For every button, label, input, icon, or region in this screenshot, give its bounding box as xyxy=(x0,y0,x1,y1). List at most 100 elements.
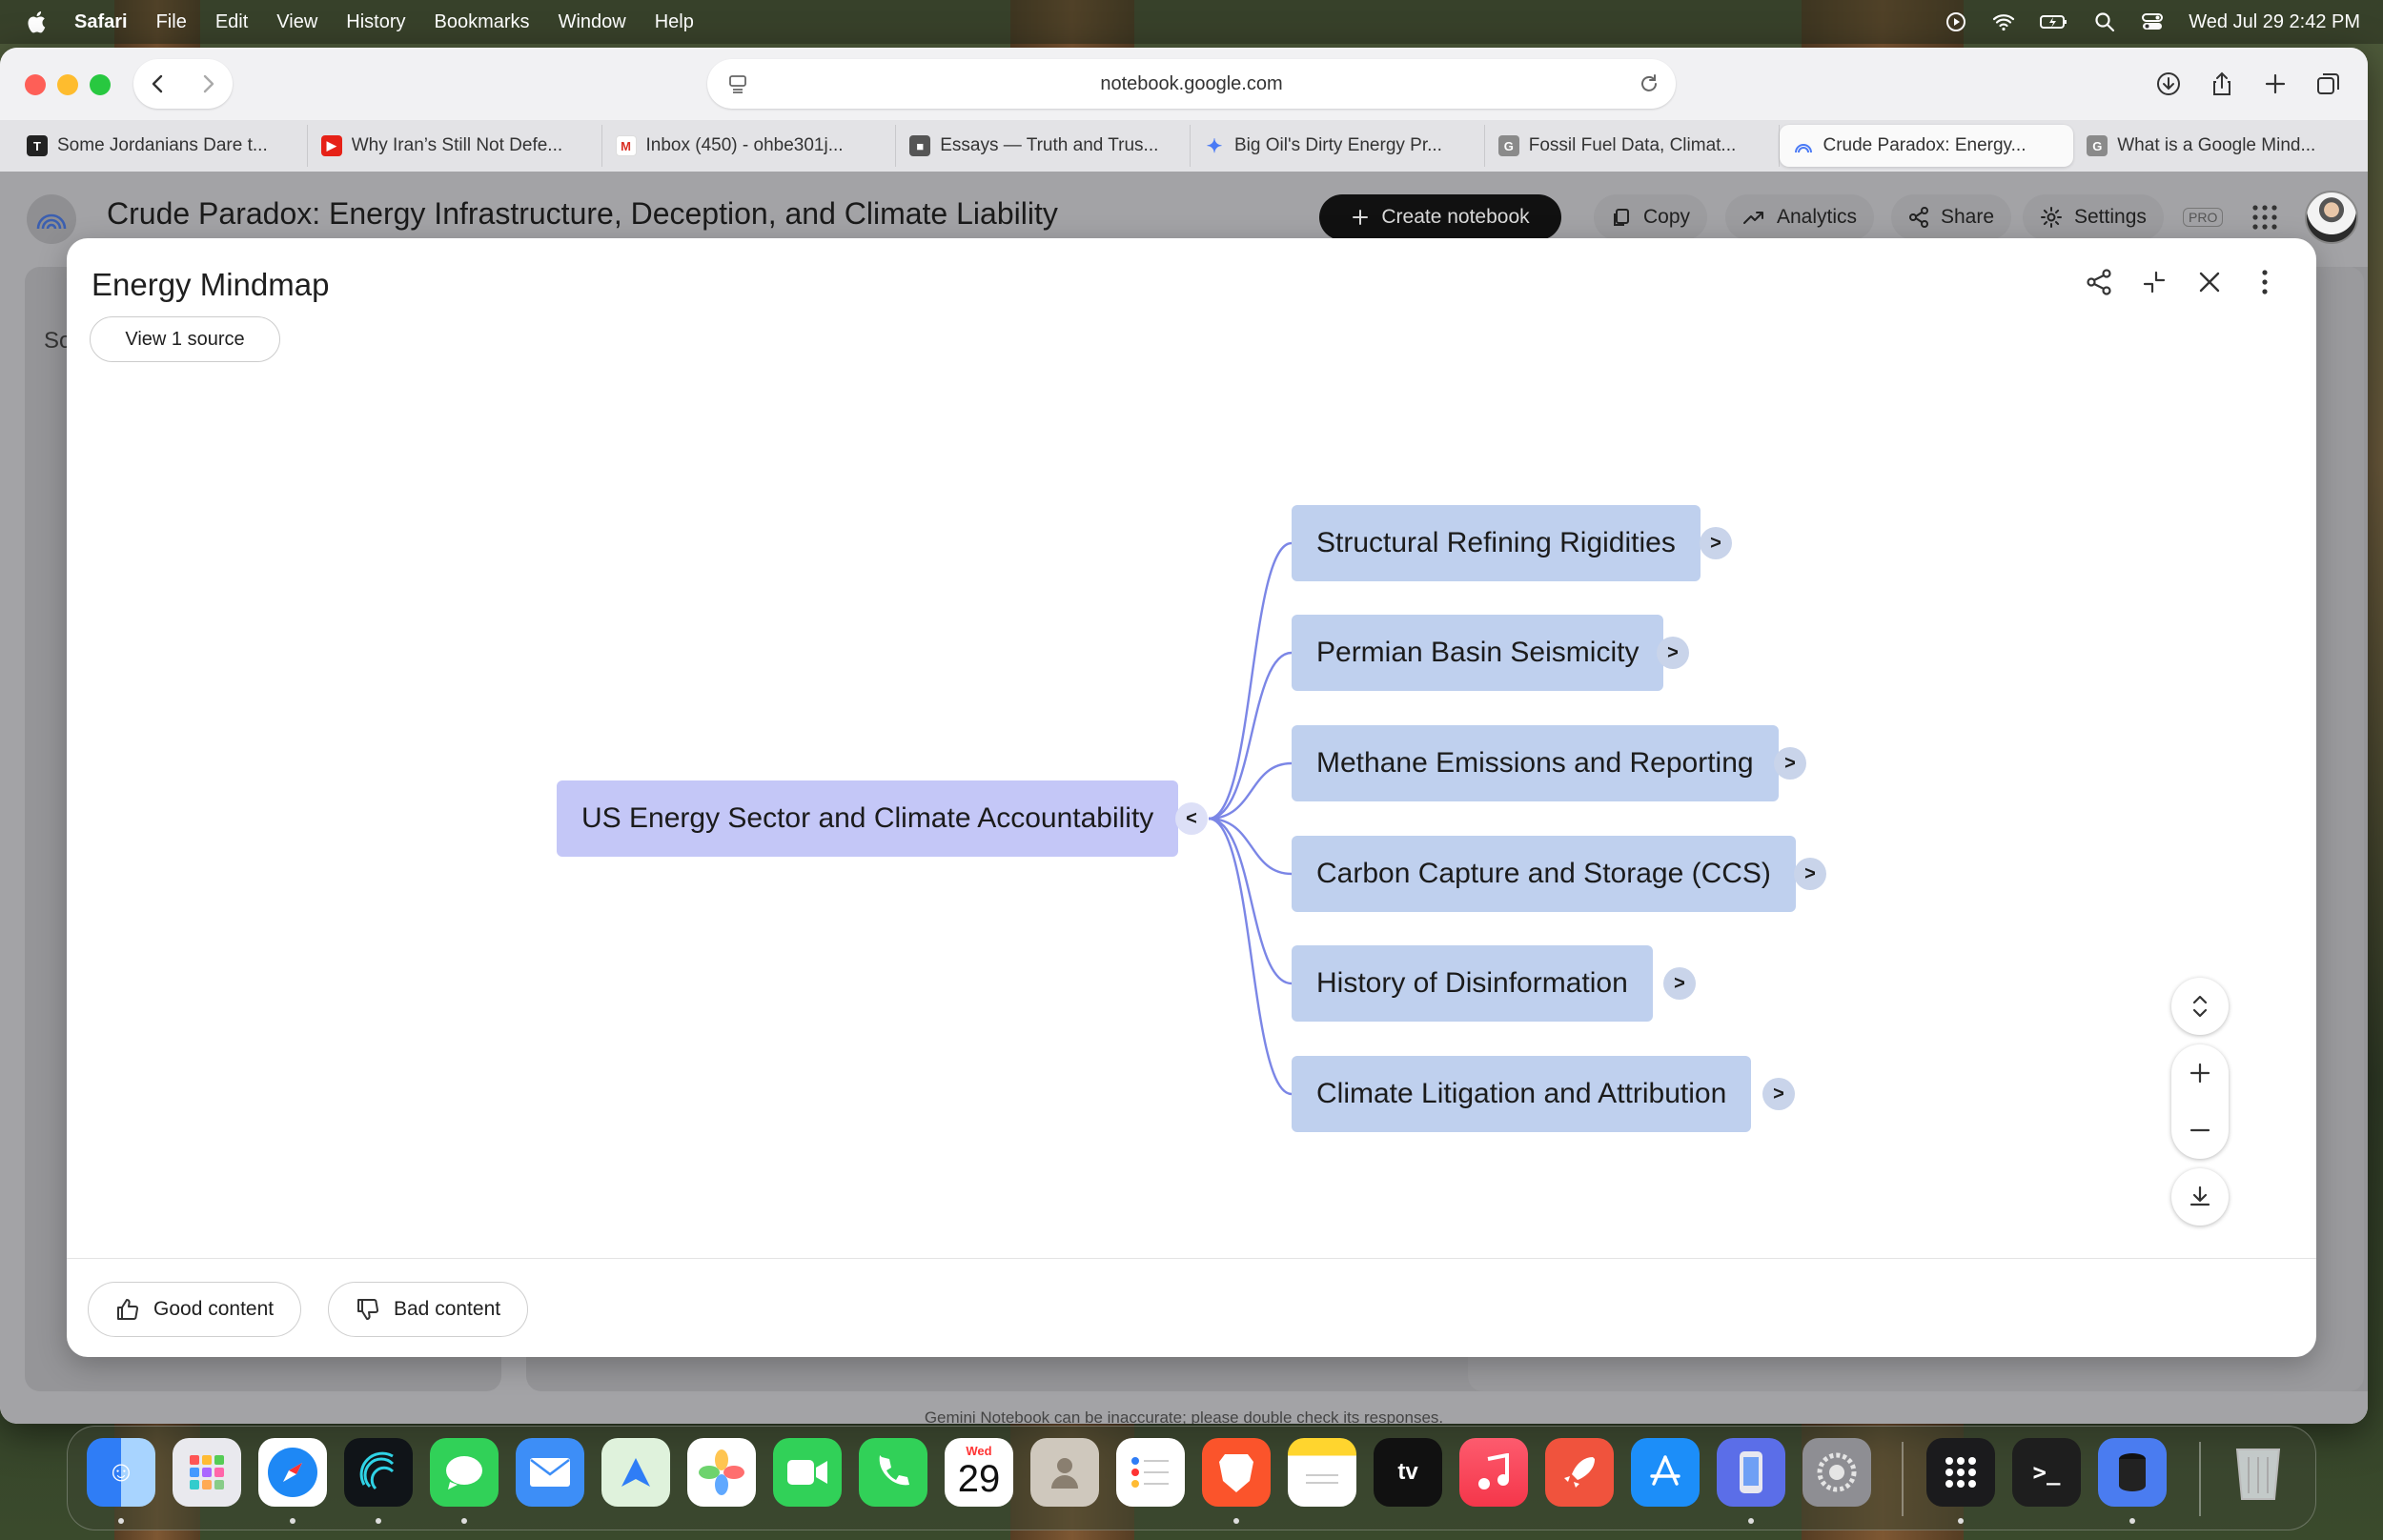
disclaimer-text: Gemini Notebook can be inaccurate; pleas… xyxy=(924,1408,1444,1424)
menu-view[interactable]: View xyxy=(276,11,317,33)
browser-tab[interactable]: G Fossil Fuel Data, Climat... xyxy=(1485,125,1780,167)
bad-content-button[interactable]: Bad content xyxy=(328,1282,529,1337)
browser-tab[interactable]: ▶ Why Iran’s Still Not Defe... xyxy=(308,125,602,167)
cylinder-icon[interactable] xyxy=(2098,1438,2167,1507)
facetime-icon[interactable] xyxy=(773,1438,842,1507)
control-center-icon[interactable] xyxy=(2141,10,2164,33)
expand-node-toggle[interactable]: > xyxy=(1700,527,1732,559)
music-icon[interactable] xyxy=(1459,1438,1528,1507)
mindmap-node-ccs[interactable]: Carbon Capture and Storage (CCS) xyxy=(1292,836,1796,912)
share-page-button[interactable] xyxy=(2200,59,2244,109)
expand-node-toggle[interactable]: > xyxy=(1663,967,1696,1000)
launchpad-icon[interactable] xyxy=(173,1438,241,1507)
notebook-title[interactable]: Crude Paradox: Energy Infrastructure, De… xyxy=(107,196,1058,232)
copy-button[interactable]: Copy xyxy=(1594,194,1708,240)
plus-icon xyxy=(2265,73,2286,94)
thumbs-down-icon xyxy=(357,1298,378,1320)
expand-node-toggle[interactable]: > xyxy=(1657,637,1689,669)
reload-icon[interactable] xyxy=(1638,72,1660,95)
close-window-button[interactable] xyxy=(25,74,46,95)
zoom-window-button[interactable] xyxy=(90,74,111,95)
download-mindmap-button[interactable] xyxy=(2171,1168,2229,1226)
create-notebook-button[interactable]: Create notebook xyxy=(1319,194,1561,240)
notebook-logo-icon[interactable] xyxy=(27,194,76,244)
menu-edit[interactable]: Edit xyxy=(215,11,248,33)
rocket-icon[interactable] xyxy=(1545,1438,1614,1507)
stream-icon[interactable] xyxy=(344,1438,413,1507)
dock: ☺ Wed 29 tv >_ xyxy=(67,1426,2316,1530)
collapse-root-toggle[interactable]: < xyxy=(1175,802,1208,835)
notes-icon[interactable] xyxy=(1288,1438,1356,1507)
appstore-icon[interactable] xyxy=(1631,1438,1700,1507)
page-menu-icon[interactable] xyxy=(726,72,749,95)
browser-tab[interactable]: T Some Jordanians Dare t... xyxy=(13,125,308,167)
tab-label: What is a Google Mind... xyxy=(2117,135,2316,155)
appletv-icon[interactable]: tv xyxy=(1374,1438,1442,1507)
menu-history[interactable]: History xyxy=(346,11,405,33)
browser-tab-active[interactable]: Crude Paradox: Energy... xyxy=(1779,125,2074,167)
zoom-out-button[interactable] xyxy=(2171,1102,2229,1159)
battery-icon[interactable] xyxy=(2040,10,2068,33)
contacts-icon[interactable] xyxy=(1030,1438,1099,1507)
plus-icon xyxy=(2190,1063,2210,1084)
mindmap-node-permian[interactable]: Permian Basin Seismicity xyxy=(1292,615,1664,691)
brave-icon[interactable] xyxy=(1202,1438,1271,1507)
good-content-label: Good content xyxy=(153,1298,275,1320)
browser-tab[interactable]: ✦ Big Oil's Dirty Energy Pr... xyxy=(1191,125,1485,167)
mindmap-node-methane[interactable]: Methane Emissions and Reporting xyxy=(1292,725,1779,801)
tab-overview-button[interactable] xyxy=(2307,59,2351,109)
mindmap-root-node[interactable]: US Energy Sector and Climate Accountabil… xyxy=(557,780,1179,857)
apple-icon[interactable] xyxy=(27,10,46,33)
minimize-window-button[interactable] xyxy=(57,74,78,95)
safari-icon[interactable] xyxy=(258,1438,327,1507)
simulator-icon[interactable] xyxy=(1717,1438,1785,1507)
menu-bookmarks[interactable]: Bookmarks xyxy=(435,11,530,33)
menubar-clock[interactable]: Wed Jul 29 2:42 PM xyxy=(2189,11,2360,33)
mindmap-canvas[interactable]: US Energy Sector and Climate Accountabil… xyxy=(67,238,2316,1258)
zoom-in-button[interactable] xyxy=(2171,1044,2229,1102)
apps-grid-icon[interactable] xyxy=(2251,204,2278,231)
mindmap-node-refining[interactable]: Structural Refining Rigidities xyxy=(1292,505,1701,581)
phone-icon[interactable] xyxy=(859,1438,927,1507)
tab-label: Some Jordanians Dare t... xyxy=(57,135,268,155)
new-tab-button[interactable] xyxy=(2253,59,2297,109)
back-icon[interactable] xyxy=(148,73,169,94)
browser-tab[interactable]: G What is a Google Mind... xyxy=(2073,125,2368,167)
wifi-icon[interactable] xyxy=(1992,10,2015,33)
expand-node-toggle[interactable]: > xyxy=(1774,747,1806,780)
finder-icon[interactable]: ☺ xyxy=(87,1438,155,1507)
analytics-button[interactable]: Analytics xyxy=(1725,194,1875,240)
mail-icon[interactable] xyxy=(516,1438,584,1507)
reminders-icon[interactable] xyxy=(1116,1438,1185,1507)
mindmap-node-litigation[interactable]: Climate Litigation and Attribution xyxy=(1292,1056,1752,1132)
menu-file[interactable]: File xyxy=(156,11,187,33)
maps-icon[interactable] xyxy=(601,1438,670,1507)
share-notebook-button[interactable]: Share xyxy=(1891,194,2012,240)
calendar-icon[interactable]: Wed 29 xyxy=(945,1438,1013,1507)
trash-icon[interactable] xyxy=(2224,1438,2292,1507)
menu-help[interactable]: Help xyxy=(655,11,694,33)
expand-collapse-all-button[interactable] xyxy=(2171,978,2229,1035)
copy-label: Copy xyxy=(1643,206,1691,228)
browser-tab[interactable]: M Inbox (450) - ohbe301j... xyxy=(602,125,897,167)
downloads-button[interactable] xyxy=(2147,59,2190,109)
mindmap-node-disinformation[interactable]: History of Disinformation xyxy=(1292,945,1653,1022)
settings-button[interactable]: Settings xyxy=(2023,194,2164,240)
play-status-icon[interactable] xyxy=(1945,10,1967,33)
spotlight-search-icon[interactable] xyxy=(2093,10,2116,33)
terminal-icon[interactable]: >_ xyxy=(2012,1438,2081,1507)
browser-tab[interactable]: ■ Essays — Truth and Trus... xyxy=(896,125,1191,167)
dots-icon[interactable] xyxy=(1926,1438,1995,1507)
photos-icon[interactable] xyxy=(687,1438,756,1507)
menu-app-name[interactable]: Safari xyxy=(74,11,128,33)
url-text[interactable]: notebook.google.com xyxy=(1100,73,1282,95)
address-bar[interactable]: notebook.google.com xyxy=(707,59,1676,109)
messages-icon[interactable] xyxy=(430,1438,499,1507)
settings-icon[interactable] xyxy=(1803,1438,1871,1507)
menu-window[interactable]: Window xyxy=(559,11,626,33)
expand-node-toggle[interactable]: > xyxy=(1794,858,1826,890)
expand-node-toggle[interactable]: > xyxy=(1762,1078,1795,1110)
forward-icon[interactable] xyxy=(197,73,218,94)
good-content-button[interactable]: Good content xyxy=(88,1282,302,1337)
account-avatar[interactable] xyxy=(2305,191,2358,244)
